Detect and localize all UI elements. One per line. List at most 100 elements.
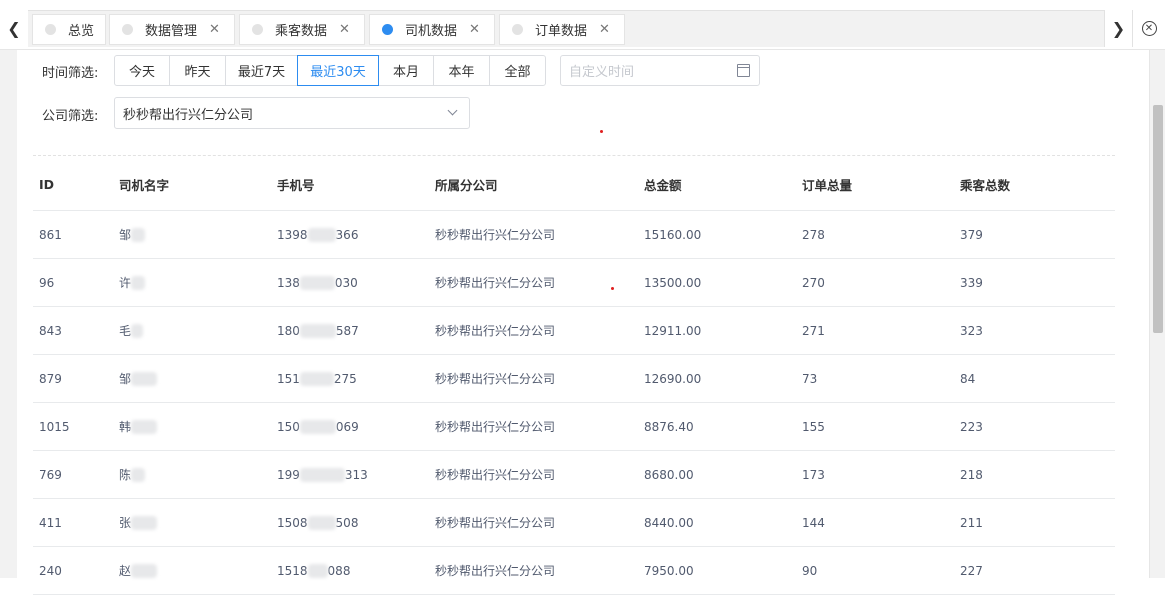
- tab-label: 数据管理: [145, 24, 198, 39]
- cell-orders: 270: [802, 275, 825, 290]
- redaction: [131, 419, 158, 434]
- tab-bar: ❮ 总览 数据管理 ✕ 乘客数据 ✕ 司机数据 ✕ 订单数据 ✕ ❯ ✕: [0, 0, 1165, 50]
- cell-id: 843: [39, 323, 62, 338]
- cell-passengers: 223: [960, 419, 983, 434]
- close-icon[interactable]: ✕: [209, 22, 220, 37]
- cell-name: 邹: [119, 211, 146, 258]
- cell-company: 秒秒帮出行兴仁分公司: [435, 468, 556, 482]
- close-circle-icon: ✕: [1141, 21, 1157, 36]
- cell-orders: 271: [802, 323, 825, 338]
- company-filter-label: 公司筛选:: [42, 109, 99, 124]
- cell-company: 秒秒帮出行兴仁分公司: [435, 420, 556, 434]
- chevron-right-icon[interactable]: ❯: [1104, 10, 1132, 47]
- cell-phone: 1508 508: [277, 499, 358, 546]
- phone-end: 587: [335, 323, 359, 338]
- cell-company: 秒秒帮出行兴仁分公司: [435, 516, 556, 530]
- phone-start: 1398: [277, 227, 308, 242]
- cell-name: 张: [119, 499, 158, 546]
- chevron-down-icon: [447, 105, 458, 116]
- close-icon[interactable]: ✕: [469, 22, 480, 37]
- cell-phone: 180 587: [277, 307, 359, 354]
- redaction: [307, 515, 336, 530]
- header-company[interactable]: 所属分公司: [435, 158, 498, 210]
- driver-table: ID 司机名字 手机号 所属分公司 总金额 订单总量 乘客总数 861 邹 13…: [33, 158, 1115, 595]
- header-total-amount[interactable]: 总金额: [644, 158, 682, 210]
- tab-driver-data[interactable]: 司机数据 ✕: [369, 14, 495, 45]
- redaction: [131, 515, 158, 530]
- cell-passengers: 339: [960, 275, 983, 290]
- table-row[interactable]: 96 许 138 030 秒秒帮出行兴仁分公司 13500.00 270 339: [33, 259, 1115, 307]
- close-icon[interactable]: ✕: [599, 22, 610, 37]
- tab-status-dot: [122, 24, 133, 35]
- time-filter-yesterday[interactable]: 昨天: [169, 55, 226, 86]
- header-order-count[interactable]: 订单总量: [802, 158, 852, 210]
- redaction: [307, 563, 328, 578]
- cell-company: 秒秒帮出行兴仁分公司: [435, 564, 556, 578]
- redaction: [131, 275, 146, 290]
- name-text: 毛: [119, 324, 132, 338]
- redaction: [131, 227, 146, 242]
- name-text: 邹: [119, 372, 132, 386]
- header-phone[interactable]: 手机号: [277, 158, 315, 210]
- header-passenger-count[interactable]: 乘客总数: [960, 158, 1010, 210]
- cell-id: 769: [39, 467, 62, 482]
- scrollbar-thumb[interactable]: [1153, 105, 1163, 333]
- cell-id: 240: [39, 563, 62, 578]
- table-row[interactable]: 861 邹 1398 366 秒秒帮出行兴仁分公司 15160.00 278 37…: [33, 211, 1115, 259]
- tab-status-dot: [382, 24, 393, 35]
- phone-end: 088: [327, 563, 351, 578]
- phone-end: 275: [333, 371, 357, 386]
- time-filter-7days[interactable]: 最近7天: [225, 55, 298, 86]
- cell-amount: 8876.40: [644, 419, 694, 434]
- cell-id: 861: [39, 227, 62, 242]
- time-filter-30days[interactable]: 最近30天: [297, 55, 379, 86]
- cell-phone: 151 275: [277, 355, 357, 402]
- table-row[interactable]: 240 赵 1518 088 秒秒帮出行兴仁分公司 7950.00 90 227: [33, 547, 1115, 595]
- header-id[interactable]: ID: [39, 158, 54, 210]
- table-row[interactable]: 879 邹 151 275 秒秒帮出行兴仁分公司 12690.00 73 84: [33, 355, 1115, 403]
- phone-start: 150: [277, 419, 300, 434]
- close-all-tabs-button[interactable]: ✕: [1132, 10, 1165, 47]
- close-icon[interactable]: ✕: [339, 22, 350, 37]
- cell-orders: 90: [802, 563, 818, 578]
- phone-end: 508: [335, 515, 359, 530]
- vertical-scrollbar[interactable]: [1149, 50, 1165, 578]
- marker-dot: [600, 130, 603, 133]
- cell-company: 秒秒帮出行兴仁分公司: [435, 276, 556, 290]
- time-filter-year[interactable]: 本年: [433, 55, 490, 86]
- phone-start: 1508: [277, 515, 308, 530]
- redaction: [131, 323, 144, 338]
- tab-passenger-data[interactable]: 乘客数据 ✕: [239, 14, 365, 45]
- tab-status-dot: [252, 24, 263, 35]
- custom-date-input[interactable]: 自定义时间: [560, 55, 760, 86]
- cell-id: 879: [39, 371, 62, 386]
- redaction: [299, 275, 335, 290]
- time-filter-today[interactable]: 今天: [114, 55, 170, 86]
- phone-end: 366: [335, 227, 359, 242]
- cell-id: 411: [39, 515, 62, 530]
- cell-orders: 155: [802, 419, 825, 434]
- cell-phone: 150 069: [277, 403, 359, 450]
- table-row[interactable]: 411 张 1508 508 秒秒帮出行兴仁分公司 8440.00 144 211: [33, 499, 1115, 547]
- header-driver-name[interactable]: 司机名字: [119, 158, 169, 210]
- table-row[interactable]: 769 陈 199 313 秒秒帮出行兴仁分公司 8680.00 173 218: [33, 451, 1115, 499]
- cell-passengers: 323: [960, 323, 983, 338]
- cell-orders: 173: [802, 467, 825, 482]
- time-filter-month[interactable]: 本月: [378, 55, 434, 86]
- chevron-left-icon[interactable]: ❮: [0, 10, 28, 47]
- tab-data-management[interactable]: 数据管理 ✕: [109, 14, 235, 45]
- table-row[interactable]: 843 毛 180 587 秒秒帮出行兴仁分公司 12911.00 271 323: [33, 307, 1115, 355]
- table-row[interactable]: 1015 韩 150 069 秒秒帮出行兴仁分公司 8876.40 155 223: [33, 403, 1115, 451]
- calendar-icon: [737, 64, 750, 77]
- tab-order-data[interactable]: 订单数据 ✕: [499, 14, 625, 45]
- cell-orders: 278: [802, 227, 825, 242]
- tab-status-dot: [45, 24, 56, 35]
- phone-end: 069: [335, 419, 359, 434]
- cell-amount: 13500.00: [644, 275, 702, 290]
- time-filter-all[interactable]: 全部: [489, 55, 546, 86]
- company-select[interactable]: 秒秒帮出行兴仁分公司: [114, 97, 470, 129]
- redaction: [299, 323, 336, 338]
- tab-overview[interactable]: 总览: [32, 14, 106, 45]
- cell-amount: 15160.00: [644, 227, 702, 242]
- redaction: [299, 467, 345, 482]
